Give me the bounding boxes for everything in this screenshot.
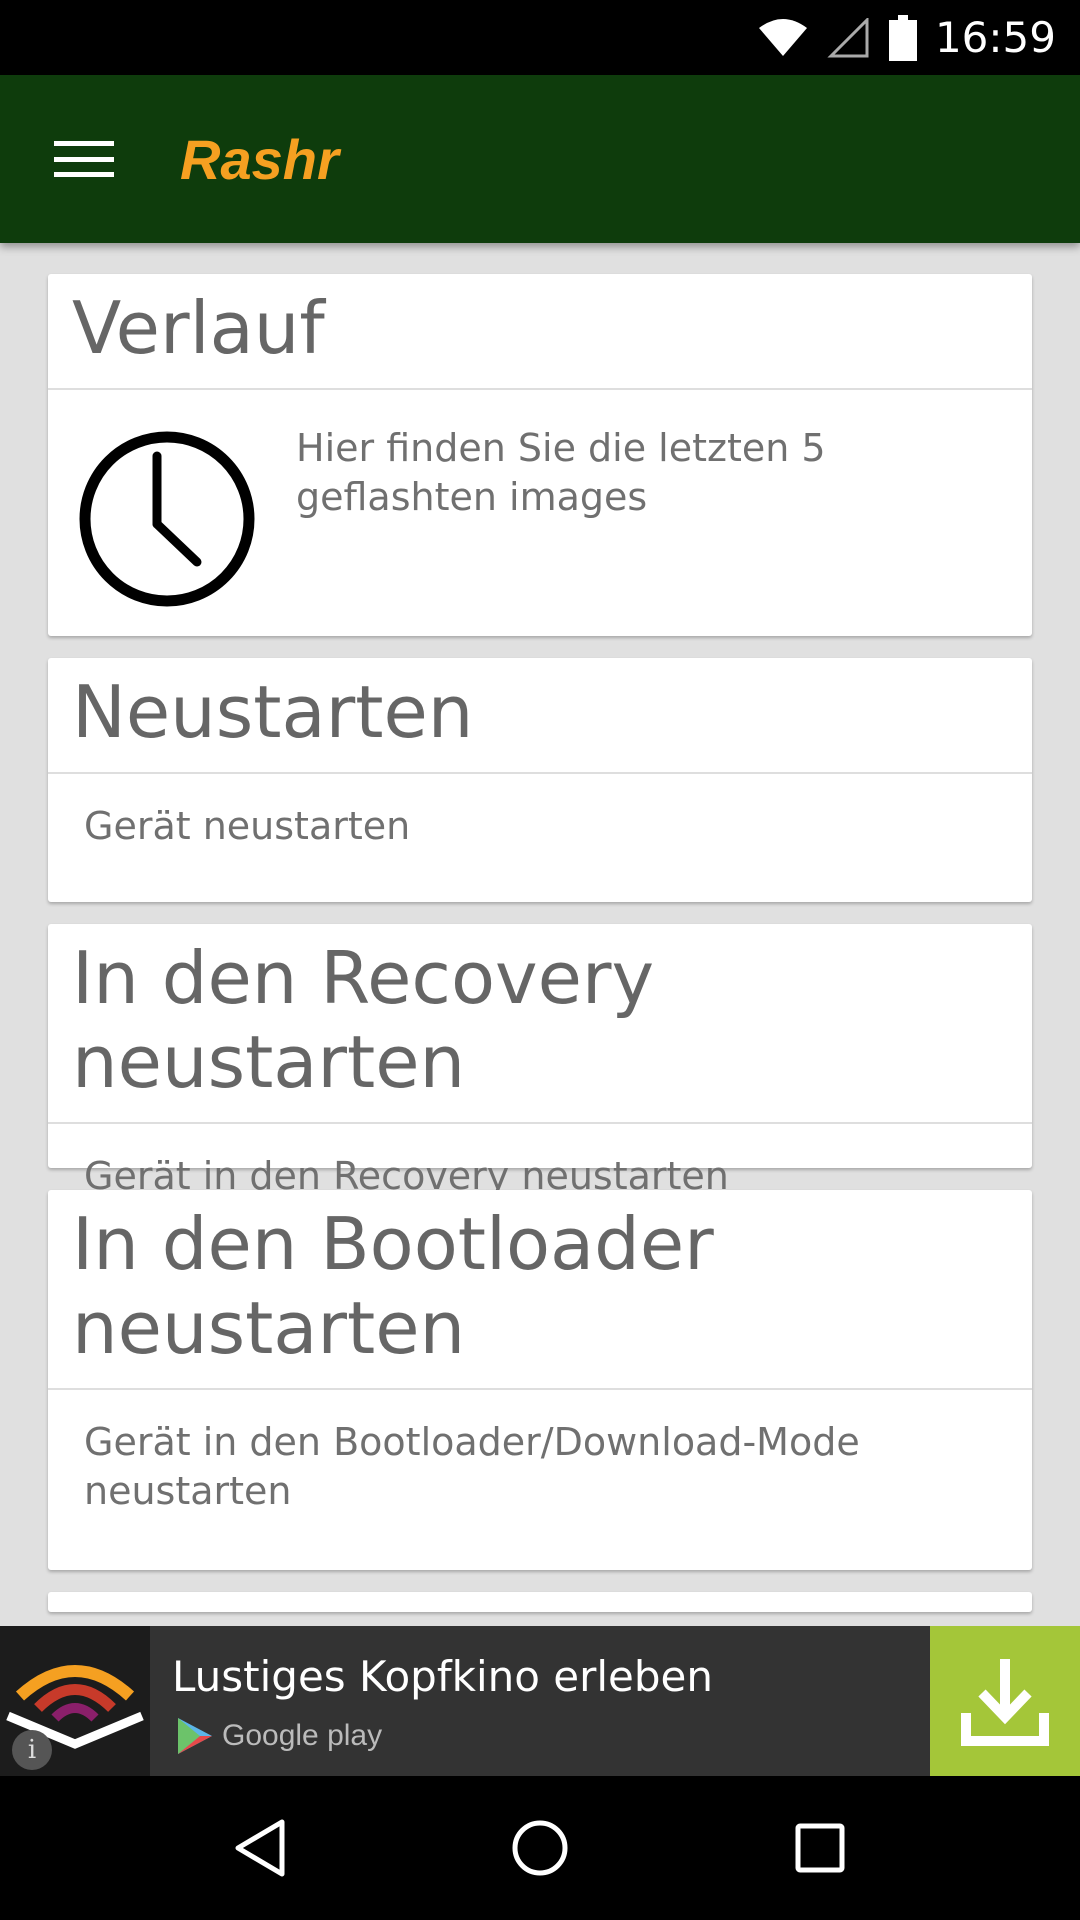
recents-icon[interactable] (775, 1803, 865, 1893)
battery-icon (888, 14, 917, 61)
card-reboot[interactable]: Neustarten Gerät neustarten (48, 658, 1032, 902)
card-partial (48, 1592, 1032, 1612)
download-icon[interactable] (930, 1626, 1080, 1776)
card-title: Verlauf (48, 274, 1032, 390)
play-store-icon (178, 1718, 212, 1754)
ad-banner[interactable]: i Lustiges Kopfkino erleben Google play (0, 1626, 1080, 1776)
card-history[interactable]: Verlauf Hier finden Sie die letzten 5 ge… (48, 274, 1032, 636)
card-title: In den Bootloader neustarten (48, 1190, 1032, 1390)
ad-store-badge: Google play (176, 1716, 382, 1756)
app-title: Rashr (180, 127, 339, 191)
app-bar: Rashr (0, 75, 1080, 243)
card-title: Neustarten (48, 658, 1032, 774)
clock-icon (79, 431, 255, 607)
card-title: In den Recovery neustarten (48, 924, 1032, 1124)
card-description: Gerät neustarten (84, 804, 411, 848)
ad-info-icon[interactable]: i (12, 1730, 52, 1770)
back-icon[interactable] (215, 1803, 305, 1893)
hamburger-menu-icon[interactable] (24, 75, 144, 243)
navigation-bar (0, 1776, 1080, 1920)
wifi-icon (758, 18, 807, 56)
status-time: 16:59 (934, 13, 1056, 62)
cell-signal-icon (827, 17, 869, 57)
ad-headline: Lustiges Kopfkino erleben (172, 1652, 714, 1701)
card-reboot-recovery[interactable]: In den Recovery neustarten Gerät in den … (48, 924, 1032, 1198)
card-description: Gerät in den Bootloader/Download-Mode ne… (84, 1420, 860, 1513)
home-icon[interactable] (495, 1803, 585, 1893)
ad-store-label: Google play (222, 1719, 383, 1752)
card-reboot-bootloader[interactable]: In den Bootloader neustarten Gerät in de… (48, 1190, 1032, 1570)
card-description: Hier finden Sie die letzten 5 geflashten… (296, 426, 826, 519)
status-bar: 16:59 (0, 0, 1080, 75)
